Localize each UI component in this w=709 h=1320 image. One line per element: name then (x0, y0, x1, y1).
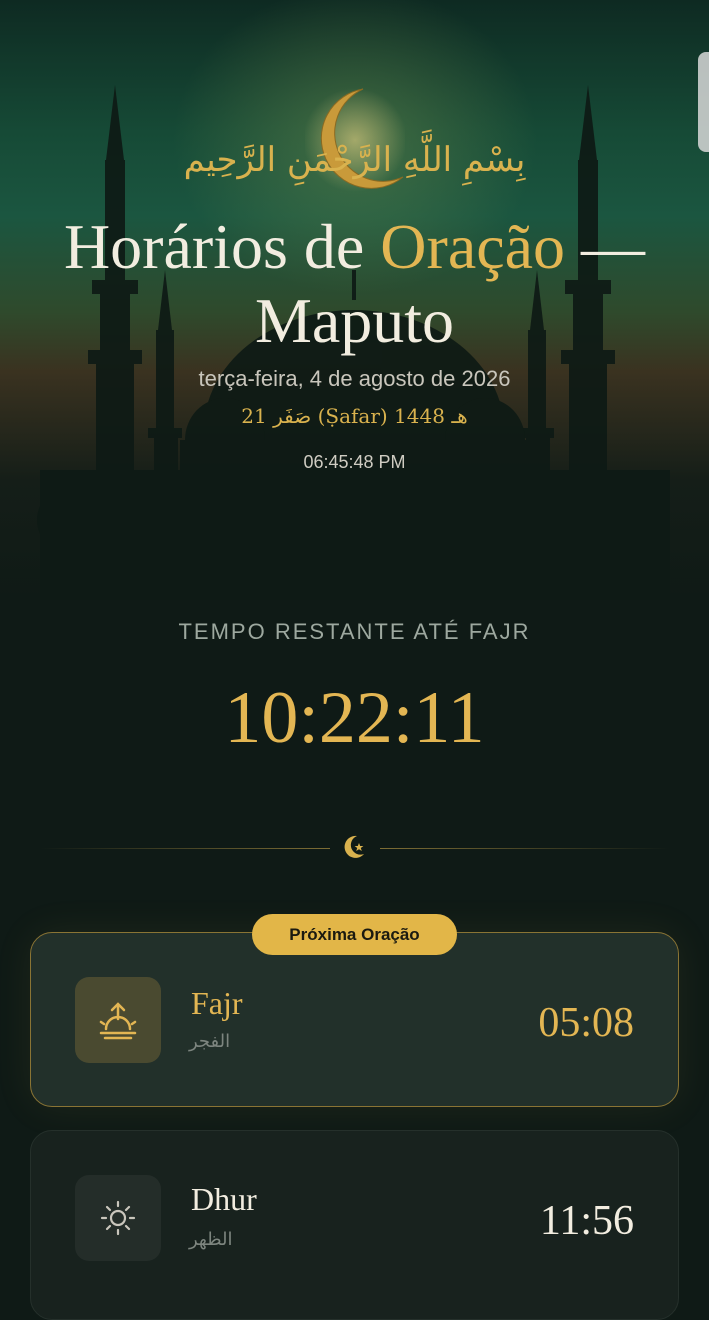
prayer-icon-box (75, 977, 161, 1063)
scrollbar-handle[interactable] (698, 52, 709, 152)
countdown-timer: 10:22:11 (224, 677, 485, 759)
prayer-card-dhur[interactable]: Dhur الظهر 11:56 (30, 1130, 679, 1320)
prayer-name: Dhur (191, 1181, 257, 1217)
prayer-icon-box (75, 1175, 161, 1261)
title-accent: Oração (380, 211, 566, 282)
sun-icon (100, 1200, 136, 1236)
divider-right (380, 848, 670, 849)
divider-left (40, 848, 330, 849)
crescent-star-icon (344, 835, 364, 858)
title-prefix: Horários de (63, 211, 381, 282)
prayer-name-arabic: الظهر (189, 1229, 233, 1250)
sunrise-icon (99, 1002, 137, 1040)
prayer-time: 05:08 (538, 1000, 634, 1046)
next-prayer-badge: Próxima Oração (252, 914, 457, 955)
prayer-name: Fajr (191, 985, 243, 1021)
page-title: Horários de Oração — Maputo (30, 210, 679, 358)
prayer-name-arabic: الفجر (189, 1031, 231, 1052)
hijri-date: 21 صَفَر (Ṣafar) 1448 هـ (241, 404, 468, 428)
prayer-time: 11:56 (539, 1198, 634, 1244)
current-time: 06:45:48 PM (303, 452, 406, 472)
prayer-card-fajr[interactable]: Fajr الفجر 05:08 (30, 932, 679, 1107)
countdown-label: TEMPO RESTANTE ATÉ FAJR (178, 619, 531, 644)
bismillah-text: بِسْمِ اللَّهِ الرَّحْمَنِ الرَّحِيم (183, 140, 526, 180)
gregorian-date: terça-feira, 4 de agosto de 2026 (198, 366, 511, 391)
